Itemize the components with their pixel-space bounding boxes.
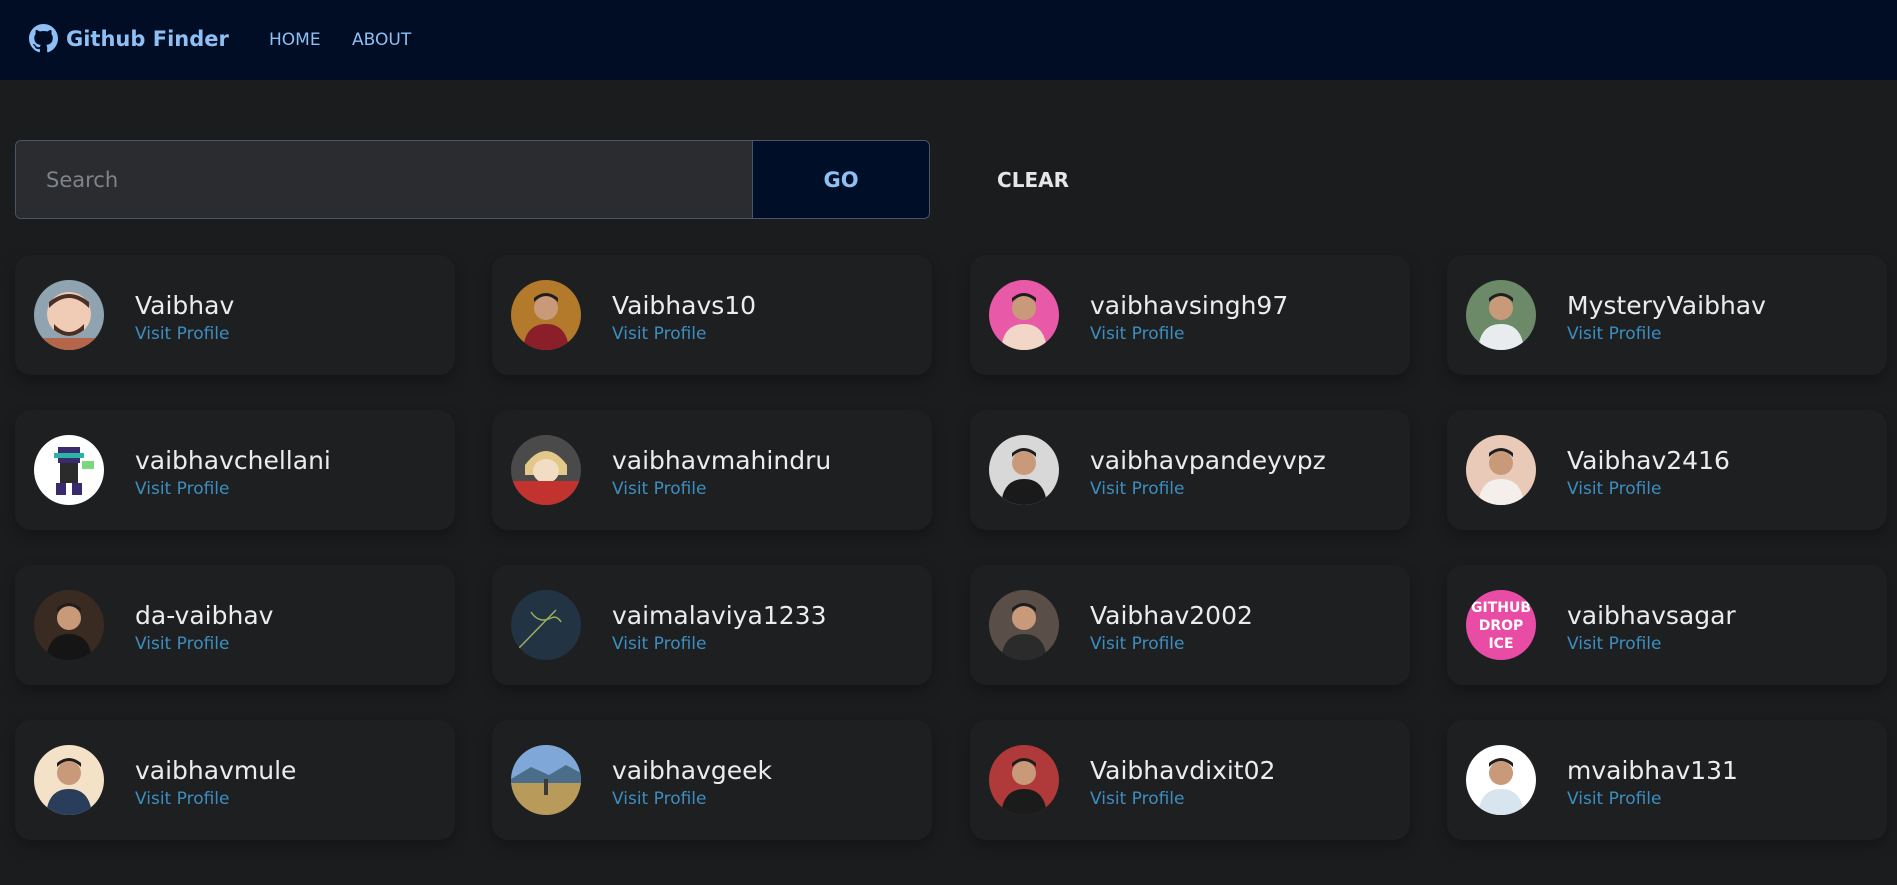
visit-profile-link[interactable]: Visit Profile bbox=[1090, 479, 1185, 499]
username: vaibhavchellani bbox=[135, 446, 331, 475]
user-avatar bbox=[34, 435, 104, 505]
username: vaibhavsagar bbox=[1567, 601, 1736, 630]
visit-profile-link[interactable]: Visit Profile bbox=[1567, 634, 1662, 654]
search-input[interactable] bbox=[16, 141, 752, 218]
user-avatar bbox=[511, 590, 581, 660]
nav-home-link[interactable]: HOME bbox=[269, 30, 321, 50]
user-card: mvaibhav131 Visit Profile bbox=[1447, 720, 1887, 840]
search-form: GO bbox=[15, 140, 930, 219]
user-card: vaibhavpandeyvpz Visit Profile bbox=[970, 410, 1410, 530]
username: vaibhavmule bbox=[135, 756, 297, 785]
navbar: Github Finder HOME ABOUT bbox=[0, 0, 1897, 80]
visit-profile-link[interactable]: Visit Profile bbox=[612, 324, 707, 344]
username: MysteryVaibhav bbox=[1567, 291, 1766, 320]
user-avatar bbox=[34, 590, 104, 660]
username: vaibhavsingh97 bbox=[1090, 291, 1289, 320]
username: vaibhavmahindru bbox=[612, 446, 832, 475]
visit-profile-link[interactable]: Visit Profile bbox=[1567, 479, 1662, 499]
brand-title: Github Finder bbox=[66, 26, 229, 51]
user-avatar bbox=[989, 745, 1059, 815]
nav-about-link[interactable]: ABOUT bbox=[352, 30, 411, 50]
visit-profile-link[interactable]: Visit Profile bbox=[1090, 324, 1185, 344]
user-avatar bbox=[34, 745, 104, 815]
visit-profile-link[interactable]: Visit Profile bbox=[612, 634, 707, 654]
visit-profile-link[interactable]: Visit Profile bbox=[135, 789, 230, 809]
visit-profile-link[interactable]: Visit Profile bbox=[612, 479, 707, 499]
user-card: Vaibhav2416 Visit Profile bbox=[1447, 410, 1887, 530]
visit-profile-link[interactable]: Visit Profile bbox=[1090, 789, 1185, 809]
user-avatar bbox=[1466, 280, 1536, 350]
user-avatar bbox=[1466, 745, 1536, 815]
user-avatar bbox=[511, 435, 581, 505]
user-avatar bbox=[1466, 435, 1536, 505]
visit-profile-link[interactable]: Visit Profile bbox=[135, 324, 230, 344]
username: Vaibhav2416 bbox=[1567, 446, 1730, 475]
visit-profile-link[interactable]: Visit Profile bbox=[1567, 789, 1662, 809]
username: Vaibhav bbox=[135, 291, 235, 320]
clear-button[interactable]: CLEAR bbox=[968, 160, 1098, 200]
user-avatar bbox=[34, 280, 104, 350]
user-avatar bbox=[511, 745, 581, 815]
go-button[interactable]: GO bbox=[752, 141, 929, 218]
username: Vaibhavs10 bbox=[612, 291, 757, 320]
user-card: da-vaibhav Visit Profile bbox=[15, 565, 455, 685]
user-card: Vaibhav Visit Profile bbox=[15, 255, 455, 375]
username: Vaibhavdixit02 bbox=[1090, 756, 1276, 785]
username: Vaibhav2002 bbox=[1090, 601, 1253, 630]
user-card: vaibhavgeek Visit Profile bbox=[492, 720, 932, 840]
svg-text:ICE: ICE bbox=[1488, 636, 1513, 652]
user-card: vaimalaviya1233 Visit Profile bbox=[492, 565, 932, 685]
svg-text:GITHUB: GITHUB bbox=[1471, 600, 1531, 616]
user-avatar bbox=[989, 435, 1059, 505]
user-avatar bbox=[511, 280, 581, 350]
username: vaibhavpandeyvpz bbox=[1090, 446, 1326, 475]
github-icon bbox=[29, 24, 58, 53]
user-card: vaibhavmule Visit Profile bbox=[15, 720, 455, 840]
user-card: vaibhavchellani Visit Profile bbox=[15, 410, 455, 530]
user-card: Vaibhavdixit02 Visit Profile bbox=[970, 720, 1410, 840]
username: vaibhavgeek bbox=[612, 756, 772, 785]
user-card: vaibhavsingh97 Visit Profile bbox=[970, 255, 1410, 375]
username: da-vaibhav bbox=[135, 601, 274, 630]
visit-profile-link[interactable]: Visit Profile bbox=[135, 634, 230, 654]
user-card: GITHUB DROP ICE vaibhavsagar Visit Profile bbox=[1447, 565, 1887, 685]
visit-profile-link[interactable]: Visit Profile bbox=[612, 789, 707, 809]
visit-profile-link[interactable]: Visit Profile bbox=[1090, 634, 1185, 654]
user-card: Vaibhavs10 Visit Profile bbox=[492, 255, 932, 375]
user-avatar: GITHUB DROP ICE bbox=[1466, 590, 1536, 660]
user-avatar bbox=[989, 280, 1059, 350]
user-card: Vaibhav2002 Visit Profile bbox=[970, 565, 1410, 685]
visit-profile-link[interactable]: Visit Profile bbox=[1567, 324, 1662, 344]
user-card: vaibhavmahindru Visit Profile bbox=[492, 410, 932, 530]
username: vaimalaviya1233 bbox=[612, 601, 827, 630]
user-avatar bbox=[989, 590, 1059, 660]
svg-text:DROP: DROP bbox=[1479, 618, 1524, 634]
visit-profile-link[interactable]: Visit Profile bbox=[135, 479, 230, 499]
username: mvaibhav131 bbox=[1567, 756, 1738, 785]
user-card: MysteryVaibhav Visit Profile bbox=[1447, 255, 1887, 375]
brand-link[interactable]: Github Finder bbox=[29, 24, 229, 53]
